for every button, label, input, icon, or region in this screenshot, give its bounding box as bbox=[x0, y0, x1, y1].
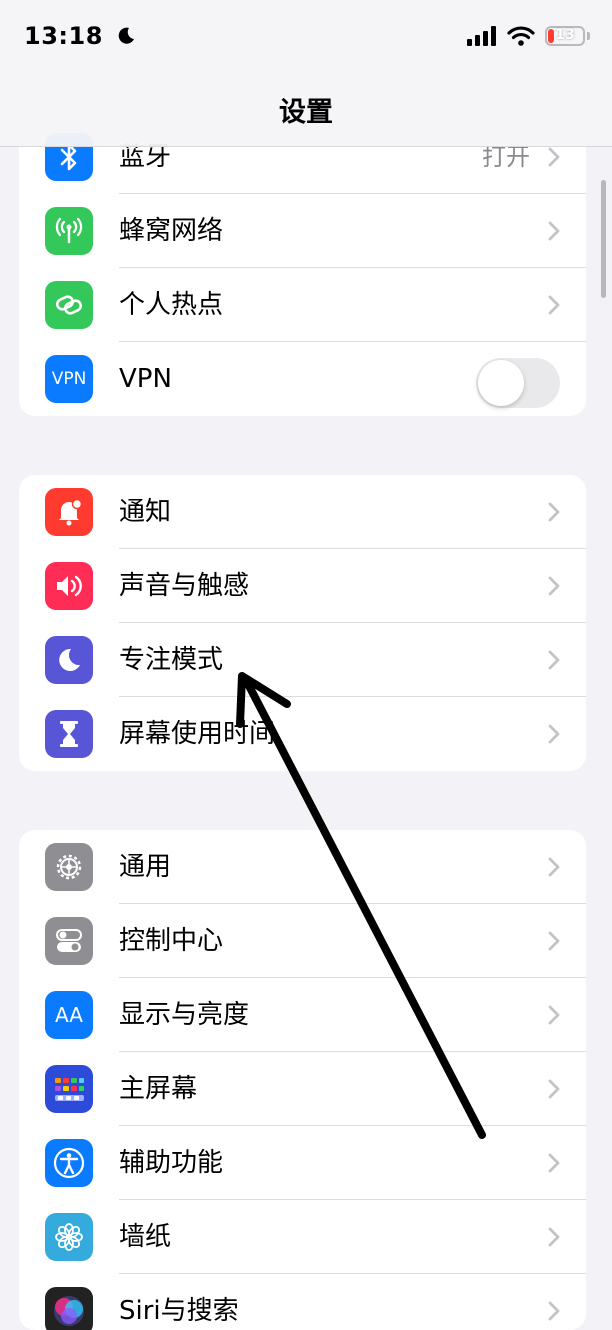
row-label: 通知 bbox=[119, 497, 172, 527]
switches-icon bbox=[45, 917, 93, 965]
row-label: 显示与亮度 bbox=[119, 1000, 250, 1030]
cellular-signal-icon bbox=[467, 26, 496, 46]
page-title: 设置 bbox=[279, 97, 333, 128]
battery-indicator: 13 bbox=[545, 26, 585, 46]
row-label: 个人热点 bbox=[119, 290, 224, 320]
status-bar: 13:18 13 bbox=[0, 0, 612, 76]
battery-cap bbox=[587, 32, 590, 40]
row-notifications[interactable]: 通知 bbox=[19, 475, 586, 549]
chevron-right-icon bbox=[548, 724, 560, 744]
chevron-right-icon bbox=[548, 931, 560, 951]
row-label: 墙纸 bbox=[119, 1222, 172, 1252]
row-label: 辅助功能 bbox=[119, 1148, 224, 1178]
row-vpn[interactable]: VPN VPN bbox=[19, 342, 586, 416]
row-cellular[interactable]: 蜂窝网络 bbox=[19, 194, 586, 268]
row-hotspot[interactable]: 个人热点 bbox=[19, 268, 586, 342]
wifi-icon bbox=[507, 26, 535, 46]
row-screen-time[interactable]: 屏幕使用时间 bbox=[19, 697, 586, 771]
vpn-toggle[interactable] bbox=[476, 358, 560, 408]
chevron-right-icon bbox=[548, 650, 560, 670]
app-grid-icon bbox=[45, 1065, 93, 1113]
chevron-right-icon bbox=[548, 857, 560, 877]
row-wallpaper[interactable]: 墙纸 bbox=[19, 1200, 586, 1274]
row-label: 声音与触感 bbox=[119, 571, 250, 601]
chevron-right-icon bbox=[548, 1227, 560, 1247]
chevron-right-icon bbox=[548, 1005, 560, 1025]
settings-group-general: 通用 控制中心 AA 显示与亮度 主屏幕 辅助功能 墙纸 Siri与搜索 bbox=[19, 830, 586, 1330]
flower-icon bbox=[45, 1213, 93, 1261]
chevron-right-icon bbox=[548, 147, 560, 167]
bell-icon bbox=[45, 488, 93, 536]
row-control-center[interactable]: 控制中心 bbox=[19, 904, 586, 978]
row-accessibility[interactable]: 辅助功能 bbox=[19, 1126, 586, 1200]
settings-group-notifications: 通知 声音与触感 专注模式 屏幕使用时间 bbox=[19, 475, 586, 771]
moon-icon bbox=[118, 27, 134, 44]
gear-icon bbox=[45, 843, 93, 891]
chevron-right-icon bbox=[548, 502, 560, 522]
row-label: 主屏幕 bbox=[119, 1074, 198, 1104]
scrollbar[interactable] bbox=[601, 180, 606, 298]
moon-icon bbox=[45, 636, 93, 684]
navigation-header: 13:18 13 设置 bbox=[0, 0, 612, 147]
row-display[interactable]: AA 显示与亮度 bbox=[19, 978, 586, 1052]
row-label: 蜂窝网络 bbox=[119, 216, 224, 246]
settings-group-connectivity: 蓝牙 打开 蜂窝网络 个人热点 VPN VPN bbox=[19, 120, 586, 416]
antenna-icon bbox=[45, 207, 93, 255]
row-focus[interactable]: 专注模式 bbox=[19, 623, 586, 697]
status-indicators: 13 bbox=[467, 26, 590, 46]
status-time: 13:18 bbox=[24, 22, 136, 50]
row-sounds[interactable]: 声音与触感 bbox=[19, 549, 586, 623]
clock-text: 13:18 bbox=[24, 22, 103, 50]
chevron-right-icon bbox=[548, 1079, 560, 1099]
row-label: Siri与搜索 bbox=[119, 1296, 239, 1326]
text-size-icon: AA bbox=[45, 991, 93, 1039]
battery-level-text: 13 bbox=[555, 27, 575, 43]
accessibility-icon bbox=[45, 1139, 93, 1187]
siri-icon bbox=[45, 1287, 93, 1330]
chevron-right-icon bbox=[548, 576, 560, 596]
vpn-icon: VPN bbox=[45, 355, 93, 403]
chevron-right-icon bbox=[548, 295, 560, 315]
row-siri[interactable]: Siri与搜索 bbox=[19, 1274, 586, 1330]
speaker-icon bbox=[45, 562, 93, 610]
row-label: 通用 bbox=[119, 852, 172, 882]
toggle-knob bbox=[478, 360, 524, 406]
row-label: 专注模式 bbox=[119, 645, 224, 675]
chevron-right-icon bbox=[548, 1301, 560, 1321]
link-icon bbox=[45, 281, 93, 329]
chevron-right-icon bbox=[548, 1153, 560, 1173]
chevron-right-icon bbox=[548, 221, 560, 241]
hourglass-icon bbox=[45, 710, 93, 758]
row-label: 控制中心 bbox=[119, 926, 224, 956]
row-label: 屏幕使用时间 bbox=[119, 719, 276, 749]
row-label: VPN bbox=[119, 364, 172, 394]
row-home-screen[interactable]: 主屏幕 bbox=[19, 1052, 586, 1126]
row-general[interactable]: 通用 bbox=[19, 830, 586, 904]
